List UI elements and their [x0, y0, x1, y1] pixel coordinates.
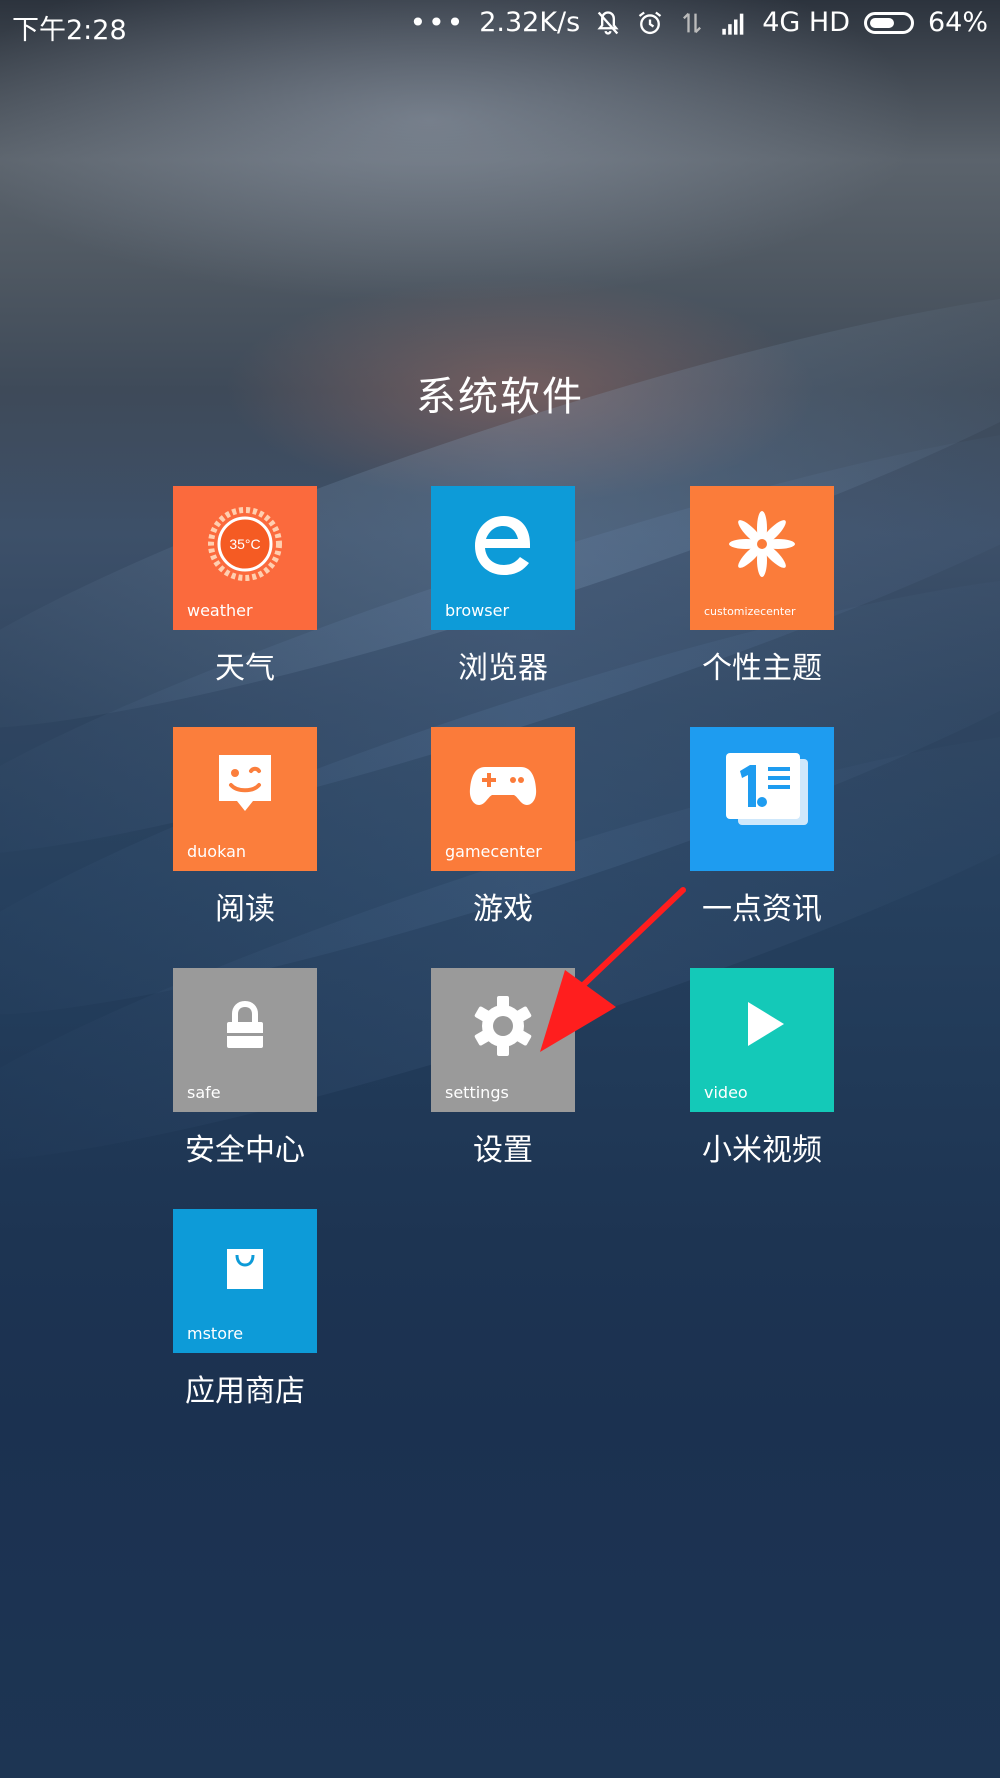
tile-caption: customizecenter	[704, 605, 796, 618]
tile-caption: settings	[445, 1083, 509, 1102]
folder-title[interactable]: 系统软件	[0, 364, 1000, 422]
tile-caption: browser	[445, 601, 510, 620]
app-browser[interactable]: browser 浏览器	[431, 486, 575, 687]
app-label: 安全中心	[185, 1133, 305, 1168]
tile-caption: duokan	[187, 842, 247, 861]
tile-caption: video	[704, 1083, 748, 1102]
games-tile[interactable]: gamecenter	[431, 727, 575, 871]
browser-tile[interactable]: browser	[431, 486, 575, 630]
settings-tile[interactable]: settings	[431, 968, 575, 1112]
app-yidian-news[interactable]: 一点资讯	[690, 727, 834, 928]
tile-caption: safe	[187, 1083, 221, 1102]
security-tile[interactable]: safe	[173, 968, 317, 1112]
news-paper-icon	[690, 745, 834, 835]
weather-tile[interactable]: 35°C weather	[173, 486, 317, 630]
gamepad-icon	[431, 745, 575, 825]
mute-bell-icon	[597, 10, 619, 35]
themes-tile[interactable]: customizecenter	[690, 486, 834, 630]
lock-icon	[173, 986, 317, 1066]
reader-tile[interactable]: duokan	[173, 727, 317, 871]
notification-dots: •••	[409, 6, 466, 39]
app-label: 个性主题	[702, 651, 822, 686]
gear-icon	[431, 986, 575, 1066]
app-mi-video[interactable]: video 小米视频	[690, 968, 834, 1169]
app-security[interactable]: safe 安全中心	[173, 968, 317, 1169]
battery-icon	[863, 11, 914, 34]
network-speed: 2.32K/s	[479, 7, 581, 38]
weather-icon: 35°C	[173, 504, 317, 584]
app-weather[interactable]: 35°C weather 天气	[173, 486, 317, 687]
smiley-bubble-icon	[173, 745, 317, 825]
network-type: 4G HD	[762, 7, 850, 38]
app-reader[interactable]: duokan 阅读	[173, 727, 317, 928]
app-label: 浏览器	[458, 651, 548, 686]
battery-percent: 64%	[927, 7, 988, 38]
app-settings[interactable]: settings 设置	[431, 968, 575, 1169]
app-label: 设置	[473, 1133, 533, 1168]
tile-caption: weather	[187, 601, 253, 620]
app-themes[interactable]: customizecenter 个性主题	[690, 486, 834, 687]
app-label: 阅读	[215, 892, 275, 927]
flower-icon	[690, 504, 834, 584]
data-transfer-icon	[683, 12, 702, 33]
app-label: 游戏	[473, 892, 533, 927]
shopping-bag-icon	[173, 1227, 317, 1307]
mi-video-tile[interactable]: video	[690, 968, 834, 1112]
app-label: 应用商店	[185, 1374, 305, 1409]
status-indicators: ••• 2.32K/s 4G HD 64%	[410, 6, 988, 39]
status-time: 下午2:28	[12, 15, 127, 46]
app-label: 天气	[215, 651, 275, 686]
play-icon	[690, 986, 834, 1066]
weather-temp-badge: 35°C	[229, 536, 260, 552]
app-label: 小米视频	[702, 1133, 822, 1168]
app-games[interactable]: gamecenter 游戏	[431, 727, 575, 928]
browser-e-icon	[431, 504, 575, 584]
app-label: 一点资讯	[702, 892, 822, 927]
signal-strength-icon	[722, 13, 744, 35]
tile-caption: mstore	[187, 1324, 244, 1343]
alarm-clock-icon	[639, 11, 662, 34]
yidian-news-tile[interactable]	[690, 727, 834, 871]
status-bar: 下午2:28 ••• 2.32K/s 4G HD 64%	[0, 0, 1000, 54]
app-store[interactable]: mstore 应用商店	[173, 1209, 317, 1410]
store-tile[interactable]: mstore	[173, 1209, 317, 1353]
home-screen: 下午2:28 ••• 2.32K/s 4G HD 64% 系统软件 35°C w…	[0, 0, 1000, 1778]
tile-caption: gamecenter	[445, 842, 542, 861]
